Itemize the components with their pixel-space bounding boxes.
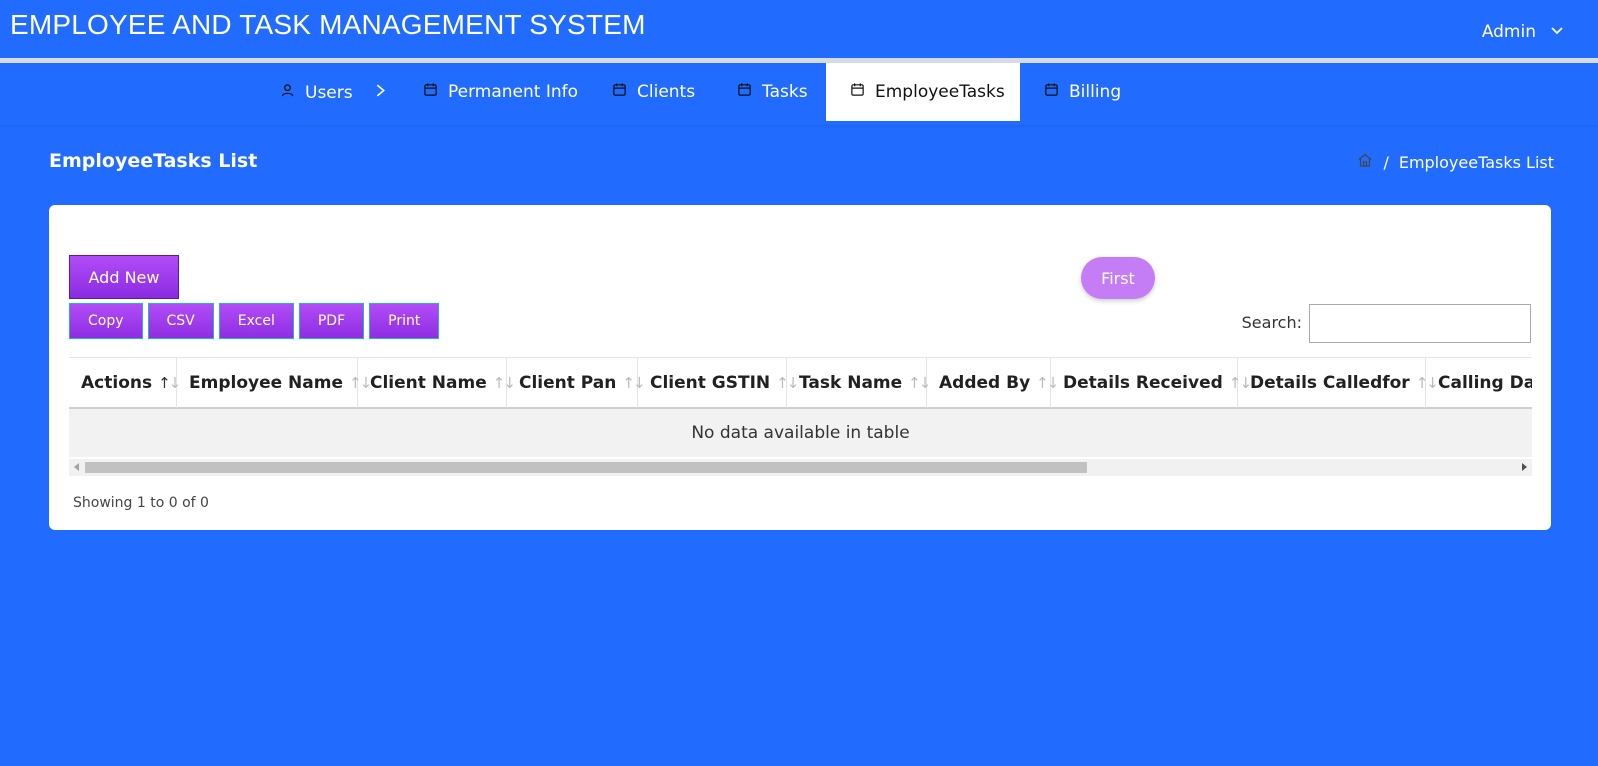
excel-button[interactable]: Excel <box>218 303 294 339</box>
horizontal-scrollbar[interactable] <box>69 459 1532 476</box>
chevron-right-icon <box>373 83 388 103</box>
add-new-button[interactable]: Add New <box>69 255 179 299</box>
column-header-actions[interactable]: Actions ↑↓ <box>69 358 181 408</box>
calendar-icon <box>612 82 627 102</box>
column-header-details-calledfor[interactable]: Details Calledfor ↑↓ <box>1238 358 1439 408</box>
user-menu-label: Admin <box>1481 22 1536 42</box>
calendar-icon <box>423 82 438 102</box>
breadcrumb: / EmployeeTasks List <box>1357 152 1554 172</box>
table-header-row: Actions ↑↓ Employee Name ↑↓ Client Name … <box>69 357 1532 409</box>
page-title: EmployeeTasks List <box>49 150 258 172</box>
data-table: Actions ↑↓ Employee Name ↑↓ Client Name … <box>69 357 1532 457</box>
table-empty-row: No data available in table <box>69 409 1532 457</box>
nav-item-clients[interactable]: Clients <box>588 63 719 121</box>
nav-item-label: Billing <box>1069 82 1122 102</box>
nav-item-label: Tasks <box>762 82 808 102</box>
nav-item-permanent-info[interactable]: Permanent Info <box>399 63 602 121</box>
scroll-right-icon[interactable] <box>1522 463 1527 471</box>
user-icon <box>280 83 295 103</box>
user-menu[interactable]: Admin <box>1482 22 1564 42</box>
top-header: EMPLOYEE AND TASK MANAGEMENT SYSTEM Admi… <box>0 0 1598 58</box>
csv-button[interactable]: CSV <box>147 303 214 339</box>
nav-item-tasks[interactable]: Tasks <box>713 63 832 121</box>
nav-item-label: EmployeeTasks <box>875 82 1005 102</box>
nav-item-employeetasks[interactable]: EmployeeTasks <box>826 63 1020 121</box>
export-buttons: Copy CSV Excel PDF Print <box>69 303 440 339</box>
print-button[interactable]: Print <box>369 303 440 339</box>
column-header-task-name[interactable]: Task Name ↑↓ <box>787 358 931 408</box>
column-header-client-name[interactable]: Client Name ↑↓ <box>358 358 516 408</box>
nav-item-label: Clients <box>637 82 696 102</box>
calendar-icon <box>737 82 752 102</box>
app-title: EMPLOYEE AND TASK MANAGEMENT SYSTEM <box>10 9 646 40</box>
chevron-down-icon <box>1550 22 1564 42</box>
nav-item-users[interactable]: Users <box>256 65 412 121</box>
scroll-left-icon[interactable] <box>74 463 79 471</box>
column-header-employee-name[interactable]: Employee Name ↑↓ <box>177 358 372 408</box>
column-header-client-gstin[interactable]: Client GSTIN ↑↓ <box>638 358 799 408</box>
breadcrumb-current: EmployeeTasks List <box>1398 152 1554 172</box>
table-info: Showing 1 to 0 of 0 <box>73 495 209 511</box>
search-label: Search: <box>1241 313 1302 332</box>
column-header-details-received[interactable]: Details Received ↑↓ <box>1051 358 1252 408</box>
content-card: Add New Copy CSV Excel PDF Print First S… <box>49 205 1551 530</box>
main-navbar: Users Permanent Info Clients Tasks Emplo… <box>0 63 1598 125</box>
breadcrumb-separator: / <box>1383 152 1389 172</box>
nav-item-billing[interactable]: Billing <box>1020 63 1145 121</box>
copy-button[interactable]: Copy <box>69 303 143 339</box>
empty-message: No data available in table <box>691 423 910 443</box>
column-header-client-pan[interactable]: Client Pan ↑↓ <box>507 358 645 408</box>
search-input[interactable] <box>1309 304 1531 343</box>
nav-item-label: Permanent Info <box>448 82 579 102</box>
first-page-button[interactable]: First <box>1081 257 1155 299</box>
scrollbar-thumb[interactable] <box>85 462 1087 473</box>
column-header-calling-date[interactable]: Calling Date ↑↓ <box>1426 358 1532 408</box>
calendar-icon <box>1044 82 1059 102</box>
calendar-icon <box>850 82 865 102</box>
nav-item-label: Users <box>305 83 353 103</box>
pdf-button[interactable]: PDF <box>298 303 365 339</box>
column-header-added-by[interactable]: Added By ↑↓ <box>927 358 1059 408</box>
home-icon[interactable] <box>1357 152 1373 172</box>
